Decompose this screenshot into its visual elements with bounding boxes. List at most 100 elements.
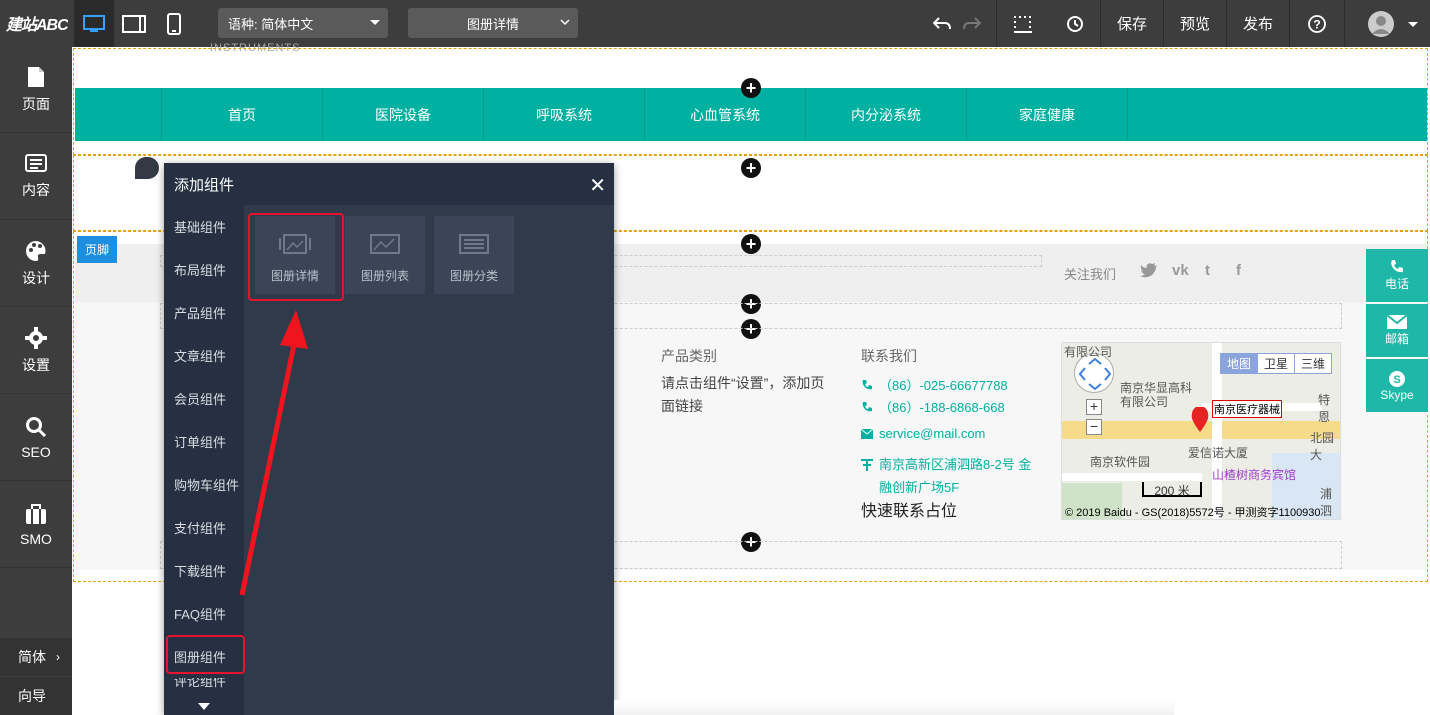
map-label: 有限公司 [1120,395,1169,409]
nav-item-respiratory[interactable]: 呼吸系统 [483,88,644,141]
phone-text: （86）-025-66677788 [879,378,1008,393]
sidebar-item-label: 设置 [22,356,50,373]
sidebar-item-pages[interactable]: 页面 [0,47,72,133]
file-icon [28,66,44,87]
page-select[interactable]: 图册详情 [408,8,578,38]
publish-button[interactable]: 发布 [1227,0,1289,47]
map-scale: 200 米 [1142,482,1202,498]
category-comment[interactable]: 评论组件 [164,678,244,690]
nav-divider [1127,88,1128,141]
map-label: 山楂树商务宾馆 [1212,468,1297,482]
tile-label: 图册列表 [360,269,409,283]
map-tab-3d[interactable]: 三维 [1294,354,1331,373]
vk-icon[interactable]: vk [1172,262,1189,279]
save-button[interactable]: 保存 [1101,0,1163,47]
history-button[interactable] [1062,0,1088,47]
album-category-icon [459,234,489,254]
help-button[interactable]: ? [1290,0,1344,47]
product-category-text: 请点击组件“设置”，添加页面链接 [661,375,825,414]
svg-text:?: ? [1313,17,1320,31]
briefcase-icon [26,503,46,524]
phone-text: （86）-188-6868-668 [879,400,1005,415]
grid-button[interactable] [1010,0,1036,47]
page-select-value: 图册详情 [466,16,519,32]
twitter-icon[interactable] [1140,262,1158,282]
nav-item-hospital[interactable]: 医院设备 [322,88,483,141]
user-menu[interactable] [1360,0,1426,47]
map-label: 南京软件园 [1090,455,1151,469]
sidebar-item-content[interactable]: 内容 [0,134,72,220]
undo-button[interactable] [930,0,954,47]
language-select-value: 语种: 简体中文 [228,16,314,32]
desktop-icon [83,14,105,32]
map-tab-satellite[interactable]: 卫星 [1257,354,1294,373]
preview-button[interactable]: 预览 [1164,0,1226,47]
tablet-view-button[interactable] [114,0,154,47]
left-sidebar: 页面 内容 设计 设置 SEO SMO 简体 › 向导 [0,47,72,715]
zoom-out-button[interactable]: − [1086,419,1102,435]
rail-skype-button[interactable]: S Skype [1366,359,1428,413]
guide-button[interactable]: 向导 [0,677,72,715]
scroll-down-icon[interactable] [198,699,210,714]
map-label: 浦泗立 [1320,487,1333,518]
caret-down-icon [1408,21,1418,27]
map-type-tabs: 地图 卫星 三维 [1220,353,1333,374]
sidebar-item-settings[interactable]: 设置 [0,308,72,394]
tile-album-category[interactable]: 图册分类 [434,216,514,294]
close-button[interactable]: ✕ [589,173,606,198]
sidebar-item-label: 设计 [22,269,50,286]
sidebar-item-seo[interactable]: SEO [0,395,72,481]
grid-icon [1014,15,1032,33]
skype-icon: S [1389,370,1405,387]
contact-title: 联系我们 [861,348,917,364]
logo-mark-icon: 建站ABC [5,16,68,34]
language-switch[interactable]: 简体 › [0,638,72,676]
tablet-icon [122,14,146,33]
highlight-box-tile [248,213,344,301]
add-section-button[interactable]: + [741,234,761,254]
add-section-button[interactable]: + [741,78,761,98]
map-label: 爱信诺大厦 [1188,446,1249,460]
footer-badge[interactable]: 页脚 [77,236,117,263]
desktop-view-button[interactable] [74,0,114,47]
rail-mail-button[interactable]: 邮箱 [1366,304,1428,358]
rail-phone-button[interactable]: 电话 [1366,249,1428,303]
search-icon [26,416,47,437]
address-icon [861,459,873,471]
nav-item-home[interactable]: 首页 [161,88,322,141]
tumblr-icon[interactable]: t [1205,262,1210,279]
drag-handle-icon[interactable] [135,157,159,179]
canvas-bottom-shadow [614,700,1174,715]
tile-album-list[interactable]: 图册列表 [345,216,425,294]
nav-item-cardio[interactable]: 心血管系统 [644,88,805,141]
avatar-icon [1368,10,1394,37]
palette-icon [26,240,46,261]
svg-text:建站ABC: 建站ABC [5,16,68,34]
redo-button[interactable] [960,0,984,47]
help-icon: ? [1308,14,1326,33]
plus-icon: + [745,78,757,98]
category-basic[interactable]: 基础组件 [164,205,244,248]
album-list-icon [370,234,400,254]
red-arrow-icon [239,310,308,596]
zoom-in-button[interactable]: + [1086,399,1102,415]
baidu-map[interactable]: + − 地图 卫星 三维 有限公司 南京华显高科 有限公司 南京医疗器械 特恩 … [1061,342,1341,520]
mobile-view-button[interactable] [154,0,194,47]
top-toolbar: 建站ABC 语种: 简体中文 图册详情 保存 预览 发布 ? [0,0,1430,47]
sidebar-item-smo[interactable]: SMO [0,482,72,568]
category-layout[interactable]: 布局组件 [164,248,244,291]
facebook-icon[interactable]: f [1236,262,1241,279]
nav-item-home-health[interactable]: 家庭健康 [966,88,1127,141]
map-label: 北园大 [1310,431,1335,462]
logo[interactable]: 建站ABC [0,0,72,47]
follow-us-label: 关注我们 [1064,267,1117,282]
nav-item-endocrine[interactable]: 内分泌系统 [805,88,966,141]
map-pin-icon[interactable] [1190,407,1210,433]
map-tab-map[interactable]: 地图 [1221,354,1258,373]
caret-down-icon [370,20,380,25]
guide-label: 向导 [18,688,46,704]
history-icon [1067,15,1083,32]
sidebar-item-design[interactable]: 设计 [0,221,72,307]
language-select[interactable]: 语种: 简体中文 [218,8,388,38]
sidebar-item-label: SMO [20,530,52,547]
